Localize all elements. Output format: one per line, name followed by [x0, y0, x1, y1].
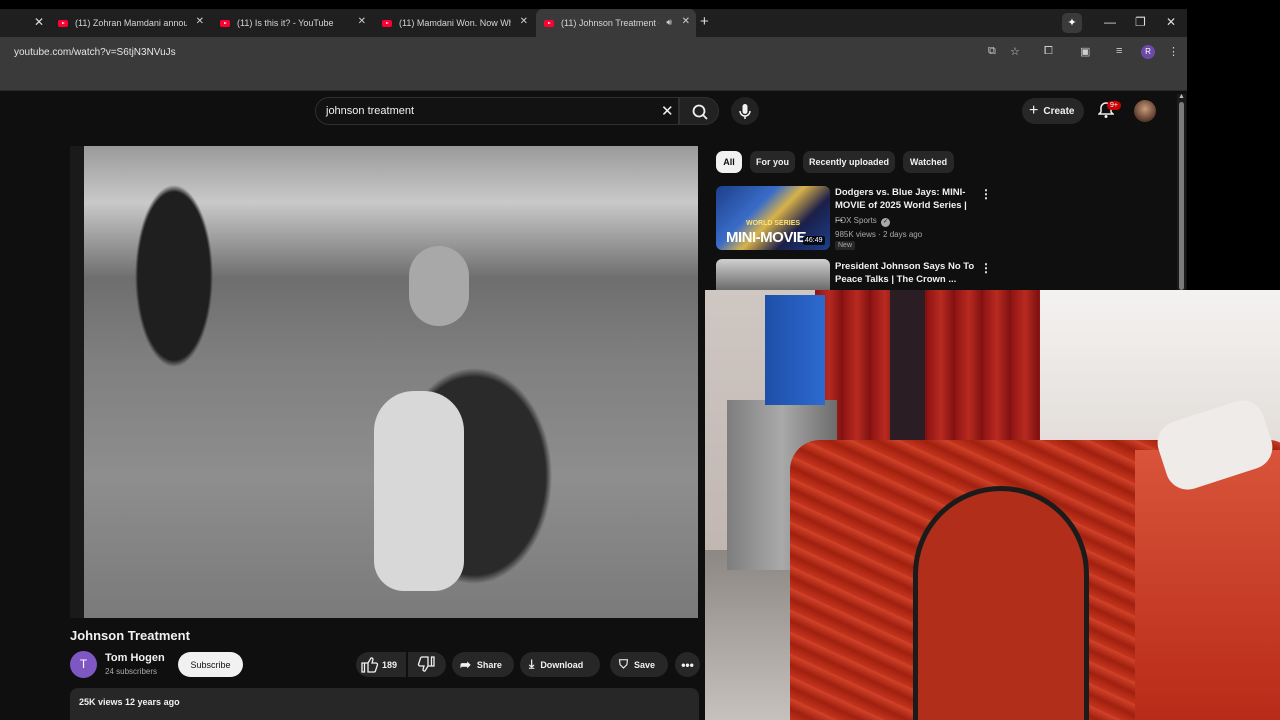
tab-close-icon[interactable]: ✕ [34, 15, 44, 29]
channel-name: FOX Sports [835, 216, 877, 225]
youtube-favicon-icon [544, 19, 554, 27]
webcam-overlay [705, 290, 1280, 720]
new-tab-button[interactable]: + [700, 13, 709, 30]
close-icon[interactable]: ✕ [520, 16, 528, 27]
maximize-button[interactable]: ❐ [1135, 15, 1146, 29]
save-label: Save [634, 659, 656, 670]
webcam-window [890, 290, 925, 440]
youtube-favicon-icon [382, 19, 392, 27]
thumbnail-text: MINI-MOVIE [726, 229, 807, 246]
close-icon[interactable]: ✕ [682, 16, 690, 27]
browser-menu-icon[interactable]: ⋮ [1168, 45, 1179, 58]
subscriber-count: 24 subscribers [105, 667, 158, 676]
chip-watched[interactable]: Watched [903, 151, 954, 173]
more-horizontal-icon: ••• [681, 657, 694, 672]
download-button[interactable]: ⤓ Download [520, 652, 600, 677]
thumbs-down-icon [417, 656, 435, 672]
like-button[interactable]: 189 [356, 652, 406, 677]
account-avatar[interactable] [1134, 100, 1156, 122]
speaker-icon[interactable]: 🔊︎ [666, 17, 672, 28]
extensions-icon[interactable]: ⧠ [1044, 45, 1053, 58]
address-bar: youtube.com/watch?v=S6tjN3NVuJs ⧉ ☆ ⧠ ▣ … [0, 37, 1187, 67]
verified-icon: ✓ [881, 218, 891, 227]
video-duration: 46:49 [803, 236, 825, 245]
chip-recently-uploaded[interactable]: Recently uploaded [803, 151, 895, 173]
video-title: Johnson Treatment [70, 628, 190, 643]
scrollbar-thumb[interactable] [1179, 102, 1184, 290]
split-view-icon[interactable]: ▣ [1080, 45, 1090, 58]
share-icon: ➦ [460, 656, 471, 672]
share-button[interactable]: ➦ Share [452, 652, 514, 677]
create-label: Create [1043, 105, 1075, 117]
bookmarks-bar [0, 67, 1187, 91]
close-window-button[interactable]: ✕ [1166, 15, 1176, 29]
clear-search-icon[interactable]: ✕ [661, 102, 674, 120]
tab-mamdani-won[interactable]: (11) Mamdani Won. Now What ✕ [374, 9, 534, 37]
more-vertical-icon[interactable]: ⋮ [980, 187, 992, 201]
download-label: Download [540, 659, 584, 670]
plus-icon: + [1029, 102, 1039, 119]
dislike-button[interactable] [408, 652, 446, 677]
chip-for-you[interactable]: For you [750, 151, 795, 173]
new-badge: New [835, 241, 856, 250]
search-button[interactable] [679, 97, 719, 125]
more-vertical-icon[interactable]: ⋮ [980, 261, 992, 275]
profile-avatar[interactable]: R [1141, 45, 1155, 59]
sparkle-icon[interactable]: ✦ [1062, 13, 1082, 33]
related-thumbnail[interactable]: WORLD SERIES MINI-MOVIE 46:49 [716, 186, 830, 250]
install-app-icon[interactable]: ⧉ [988, 45, 996, 58]
youtube-favicon-icon [220, 19, 230, 27]
description-box[interactable]: 25K views 12 years ago [70, 688, 699, 720]
share-label: Share [476, 659, 502, 670]
video-frame [84, 146, 698, 618]
create-button[interactable]: + Create [1022, 98, 1084, 124]
save-button[interactable]: ⛉ Save [610, 652, 668, 677]
video-dog [374, 391, 464, 591]
voice-search-button[interactable] [731, 97, 759, 125]
thumbs-up-icon [361, 657, 379, 673]
search-box[interactable]: johnson treatment ✕ [315, 97, 679, 125]
tab-label: (11) Johnson Treatment - Yo [561, 18, 659, 28]
related-meta: 985K views · 2 days ago [835, 230, 923, 239]
search-input[interactable]: johnson treatment [326, 105, 414, 117]
youtube-favicon-icon [58, 19, 68, 27]
related-channel[interactable]: FOX Sports ✓ [835, 216, 891, 227]
search-icon [692, 104, 708, 120]
tab-label: (11) Mamdani Won. Now What [399, 18, 511, 28]
scroll-up-icon[interactable]: ▲ [1178, 93, 1185, 100]
tab-is-this-it[interactable]: (11) Is this it? - YouTube ✕ [212, 9, 372, 37]
subscribe-button[interactable]: Subscribe [178, 652, 243, 677]
related-video-title[interactable]: President Johnson Says No To Peace Talks… [835, 260, 975, 286]
more-actions-button[interactable]: ••• [675, 652, 700, 677]
thumbnail-subtext: WORLD SERIES [746, 220, 801, 227]
close-icon[interactable]: ✕ [358, 16, 366, 27]
tab-label: (11) Zohran Mamdani announc [75, 18, 187, 28]
webcam-chair [913, 486, 1089, 720]
video-player[interactable] [70, 146, 698, 618]
screen-edge [0, 0, 1280, 9]
notification-count-badge: 9+ [1107, 101, 1121, 110]
channel-name[interactable]: Tom Hogen [105, 652, 165, 664]
webcam-box [765, 295, 825, 405]
webcam-bedspread [1135, 450, 1280, 720]
related-thumbnail[interactable] [716, 259, 830, 290]
tab-strip: ✕ (11) Zohran Mamdani announc ✕ (11) Is … [0, 9, 1187, 37]
video-figure [409, 246, 469, 326]
channel-avatar[interactable]: T [70, 651, 97, 678]
microphone-icon [739, 104, 751, 119]
minimize-button[interactable]: — [1104, 15, 1116, 29]
bookmark-star-icon[interactable]: ☆ [1010, 45, 1020, 58]
download-icon: ⤓ [529, 657, 535, 671]
views-and-date: 25K views 12 years ago [79, 697, 180, 707]
chip-all[interactable]: All [716, 151, 742, 173]
bookmark-icon: ⛉ [619, 657, 629, 671]
tab-zohran[interactable]: (11) Zohran Mamdani announc ✕ [50, 9, 210, 37]
close-icon[interactable]: ✕ [196, 16, 204, 27]
media-controls-icon[interactable]: ≡ [1116, 45, 1122, 57]
tab-johnson-treatment[interactable]: (11) Johnson Treatment - Yo 🔊︎ ✕ [536, 9, 696, 37]
url-field[interactable]: youtube.com/watch?v=S6tjN3NVuJs [14, 47, 176, 58]
like-count: 189 [382, 659, 398, 670]
tab-label: (11) Is this it? - YouTube [237, 18, 334, 28]
screen-edge [1187, 0, 1280, 290]
